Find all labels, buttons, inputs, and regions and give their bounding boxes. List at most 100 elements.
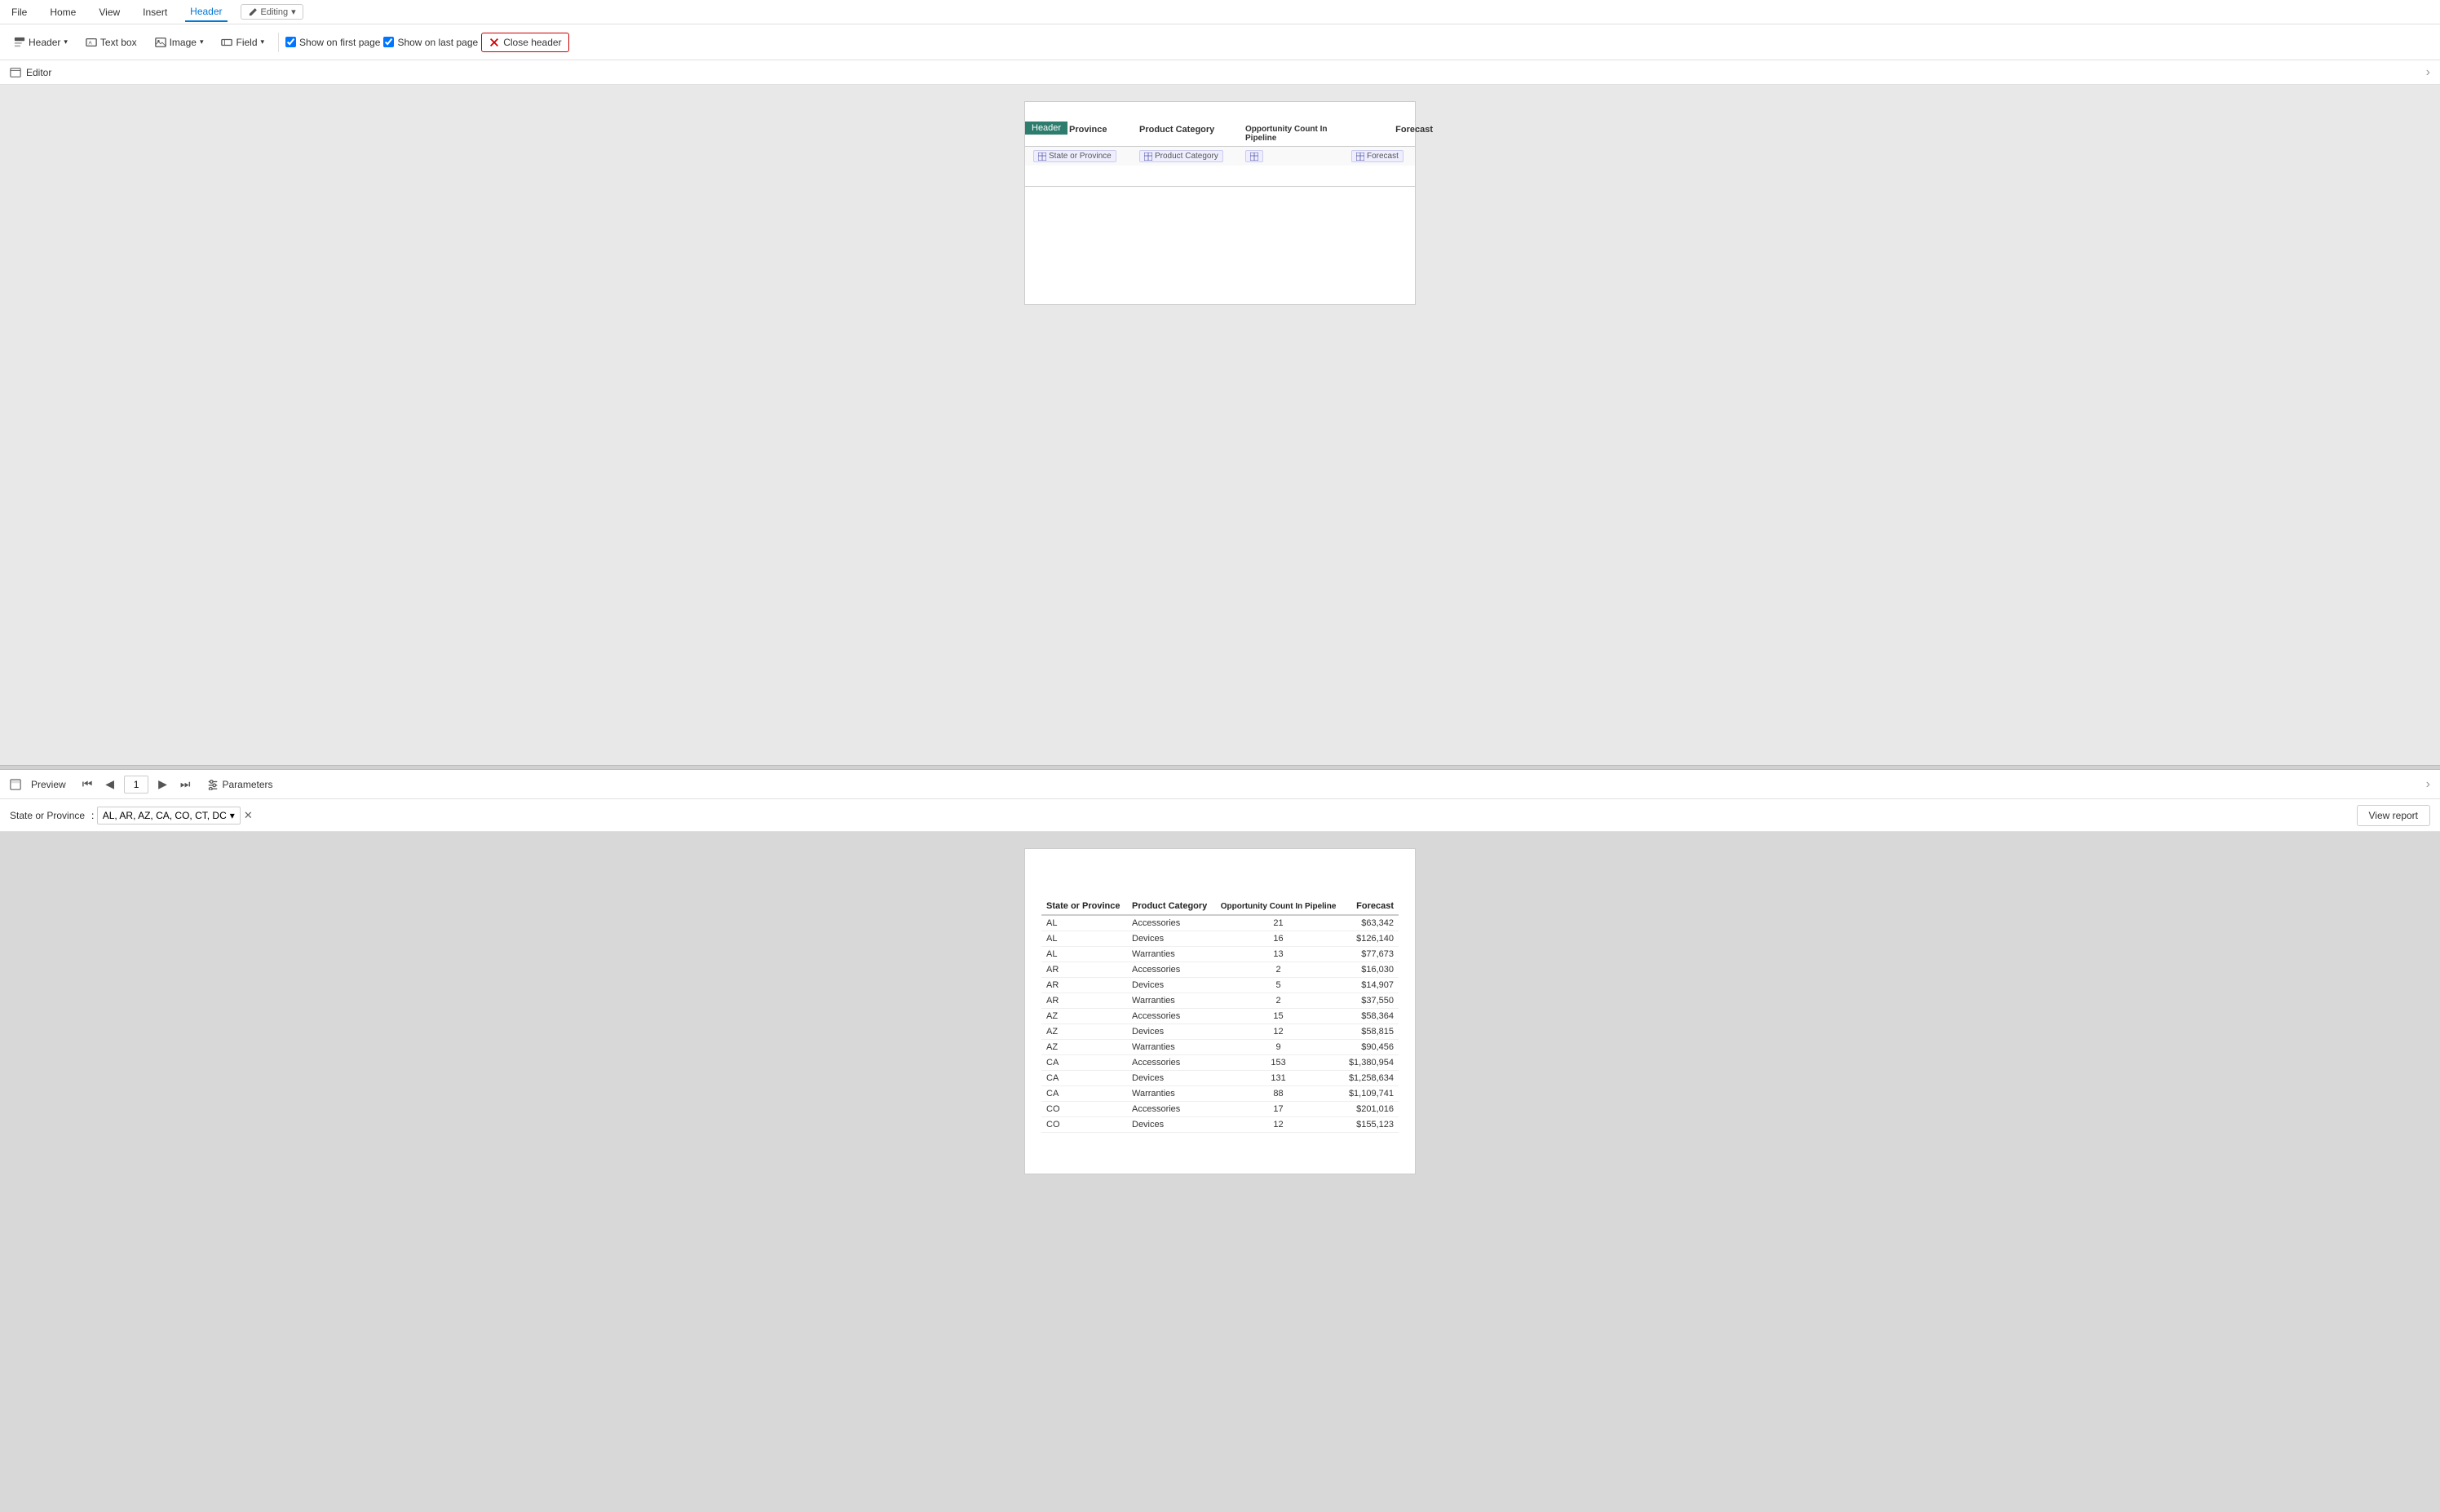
show-last-page-checkbox[interactable]: Show on last page — [383, 37, 478, 48]
cell-state: CO — [1041, 1102, 1127, 1117]
cell-forecast: $37,550 — [1342, 993, 1399, 1009]
preview-expand-icon[interactable]: › — [2426, 777, 2430, 792]
th-forecast: Forecast — [1342, 898, 1399, 915]
image-icon — [155, 37, 166, 48]
menu-insert[interactable]: Insert — [138, 3, 172, 21]
menu-home[interactable]: Home — [45, 3, 81, 21]
textbox-button[interactable]: A Text box — [78, 33, 144, 52]
parameters-label: Parameters — [222, 779, 272, 790]
table-row: AL Devices 16 $126,140 — [1041, 931, 1399, 947]
cell-count: 17 — [1214, 1102, 1342, 1117]
show-first-page-checkbox[interactable]: Show on first page — [285, 37, 380, 48]
report-body — [1025, 187, 1415, 252]
cell-count: 2 — [1214, 993, 1342, 1009]
header-chevron-icon: ▾ — [64, 38, 68, 46]
field-chip-state: State or Province — [1033, 150, 1116, 162]
table-row: CA Devices 131 $1,258,634 — [1041, 1071, 1399, 1086]
editor-expand-icon[interactable]: › — [2426, 65, 2430, 80]
image-button[interactable]: Image ▾ — [148, 33, 211, 52]
field-label: Field — [236, 37, 257, 48]
cell-state: CO — [1041, 1117, 1127, 1133]
header-button[interactable]: Header ▾ — [7, 33, 75, 52]
parameters-button[interactable]: Parameters — [200, 775, 280, 794]
show-last-page-label: Show on last page — [397, 37, 478, 48]
field-chip-count — [1245, 150, 1263, 162]
textbox-label: Text box — [100, 37, 137, 48]
table-row: AL Accessories 21 $63,342 — [1041, 915, 1399, 931]
editor-bar: Editor › — [0, 60, 2440, 85]
menu-header[interactable]: Header — [185, 2, 227, 22]
field-button[interactable]: Field ▾ — [214, 33, 272, 52]
cell-count: 12 — [1214, 1024, 1342, 1040]
nav-prev-button[interactable]: ◀ — [102, 776, 117, 793]
cell-forecast: $77,673 — [1342, 947, 1399, 962]
cell-forecast: $1,258,634 — [1342, 1071, 1399, 1086]
textbox-icon: A — [86, 37, 97, 48]
table-row: AR Devices 5 $14,907 — [1041, 978, 1399, 993]
cell-category: Warranties — [1127, 993, 1214, 1009]
field-icon — [221, 37, 232, 48]
preview-content: State or Province Product Category Oppor… — [0, 832, 2440, 1512]
cell-state: AZ — [1041, 1040, 1127, 1055]
field-chip-product-label: Product Category — [1155, 152, 1218, 161]
preview-label: Preview — [31, 779, 66, 790]
cell-state: CA — [1041, 1086, 1127, 1102]
show-first-page-input[interactable] — [285, 37, 296, 47]
preview-top-space — [1041, 865, 1399, 898]
cell-category: Accessories — [1127, 915, 1214, 931]
editing-badge[interactable]: Editing ▾ — [241, 4, 303, 20]
cell-forecast: $90,456 — [1342, 1040, 1399, 1055]
cell-state: AR — [1041, 962, 1127, 978]
cell-category: Warranties — [1127, 947, 1214, 962]
cell-forecast: $1,109,741 — [1342, 1086, 1399, 1102]
cell-count: 12 — [1214, 1117, 1342, 1133]
nav-last-button[interactable]: ⏭ — [177, 776, 194, 793]
nav-next-button[interactable]: ▶ — [155, 776, 170, 793]
cell-forecast: $63,342 — [1342, 915, 1399, 931]
table-row: AR Accessories 2 $16,030 — [1041, 962, 1399, 978]
image-chevron-icon: ▾ — [200, 38, 204, 46]
cell-forecast: $58,815 — [1342, 1024, 1399, 1040]
cell-category: Warranties — [1127, 1086, 1214, 1102]
param-select[interactable]: AL, AR, AZ, CA, CO, CT, DC ▾ — [97, 807, 241, 825]
cell-count: 21 — [1214, 915, 1342, 931]
nav-first-button[interactable]: ⏮ — [79, 776, 96, 793]
field-chevron-icon: ▾ — [261, 38, 265, 46]
table-header: State or Province Product Category Oppor… — [1041, 898, 1399, 915]
view-report-button[interactable]: View report — [2357, 805, 2430, 826]
col-forecast: Forecast — [1351, 125, 1433, 143]
preview-icon — [10, 779, 21, 790]
param-clear-button[interactable]: ✕ — [241, 807, 256, 824]
cell-state: AL — [1041, 931, 1127, 947]
close-header-label: Close header — [503, 37, 561, 48]
field-chip-forecast-label: Forecast — [1367, 152, 1399, 161]
cell-state: AZ — [1041, 1009, 1127, 1024]
th-product: Product Category — [1127, 898, 1214, 915]
editor-label: Editor — [26, 67, 51, 78]
image-label: Image — [170, 37, 197, 48]
table-row: AZ Accessories 15 $58,364 — [1041, 1009, 1399, 1024]
field-chip-product: Product Category — [1139, 150, 1223, 162]
menu-view[interactable]: View — [94, 3, 125, 21]
table-row: AR Warranties 2 $37,550 — [1041, 993, 1399, 1009]
pencil-icon — [248, 7, 258, 17]
close-icon — [488, 37, 500, 48]
cell-category: Devices — [1127, 1024, 1214, 1040]
param-chevron-icon: ▾ — [230, 810, 235, 821]
table-icon-4 — [1356, 153, 1364, 161]
header-band[interactable]: Header State or Province Product Categor… — [1025, 122, 1415, 187]
page-number-input[interactable] — [124, 776, 148, 794]
toolbar: Header ▾ A Text box Image ▾ Field ▾ Show… — [0, 24, 2440, 60]
close-header-button[interactable]: Close header — [481, 33, 568, 52]
cell-count: 153 — [1214, 1055, 1342, 1071]
menu-file[interactable]: File — [7, 3, 32, 21]
cell-category: Accessories — [1127, 1055, 1214, 1071]
show-last-page-input[interactable] — [383, 37, 394, 47]
cell-category: Devices — [1127, 1117, 1214, 1133]
cell-count: 131 — [1214, 1071, 1342, 1086]
cell-state: AL — [1041, 947, 1127, 962]
chevron-down-icon: ▾ — [291, 7, 296, 17]
report-canvas: Header State or Province Product Categor… — [1024, 101, 1416, 305]
report-column-headers: State or Province Product Category Oppor… — [1025, 122, 1415, 147]
param-label: State or Province — [10, 810, 85, 821]
